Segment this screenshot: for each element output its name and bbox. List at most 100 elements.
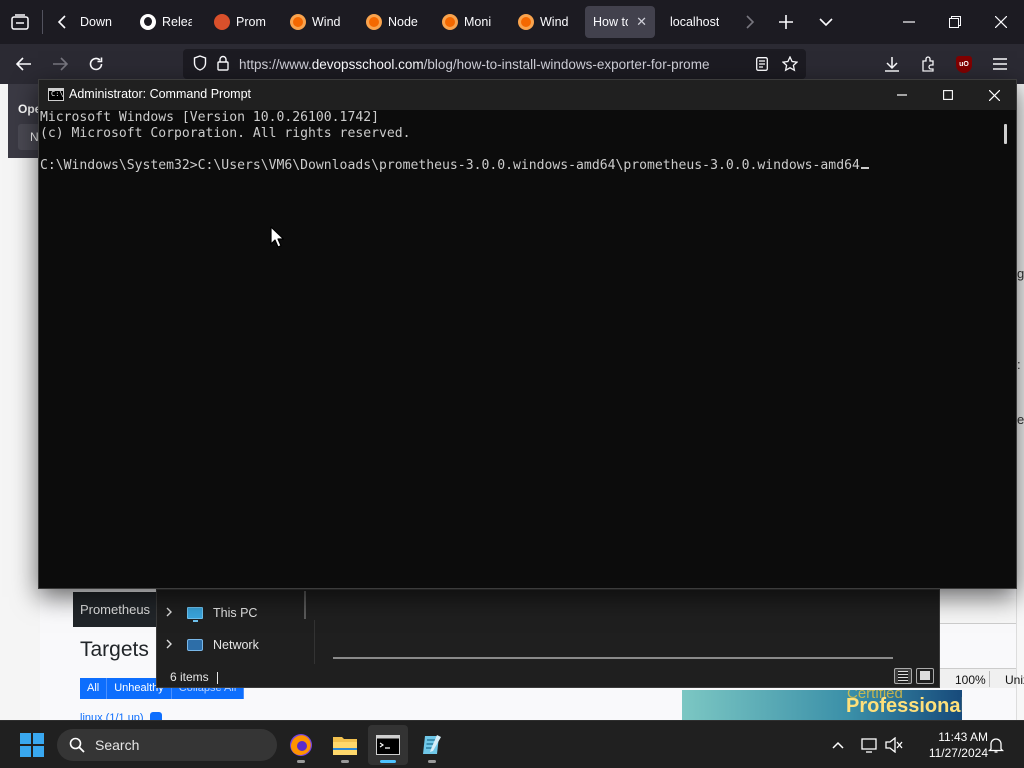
cmd-maximize-icon[interactable] [925, 80, 971, 110]
banner-line-2: Professional [846, 695, 962, 717]
hamburger-menu-icon[interactable] [988, 52, 1012, 76]
expand-chevron-icon[interactable] [165, 638, 177, 652]
bookmark-star-icon[interactable] [778, 52, 802, 76]
prometheus-page-title: Targets [80, 638, 149, 661]
forward-arrow-icon[interactable] [48, 52, 72, 76]
console-app-icon: C:\ [48, 88, 64, 101]
notifications-bell-icon[interactable] [986, 735, 1006, 755]
search-label: Search [95, 737, 140, 753]
certification-banner[interactable]: Certified Professional [682, 690, 962, 720]
tab-grafana-node[interactable]: Node [358, 6, 426, 38]
filter-all-button[interactable]: All [80, 678, 108, 699]
taskbar-file-explorer[interactable] [325, 725, 365, 765]
tab-label: localhost [670, 15, 720, 29]
running-indicator [297, 760, 305, 763]
tab-grafana-windows-2[interactable]: Wind [510, 6, 578, 38]
taskbar-notepad[interactable] [412, 725, 452, 765]
browser-tab-bar: Down Relea Prom Wind Node Moni Wind How … [0, 0, 1024, 44]
cmd-title-bar[interactable]: C:\ Administrator: Command Prompt [39, 80, 1016, 110]
scroll-tabs-right-icon[interactable] [738, 10, 762, 34]
zoom-level[interactable]: 100% [955, 673, 986, 687]
command-prompt-window[interactable]: C:\ Administrator: Command Prompt Micros… [38, 79, 1017, 589]
line-ending-label[interactable]: Unix [1005, 673, 1024, 687]
tab-grafana-monitor[interactable]: Moni [434, 6, 502, 38]
console-line: (c) Microsoft Corporation. All rights re… [40, 126, 411, 141]
tab-grafana-windows[interactable]: Wind [282, 6, 350, 38]
terminal-icon [376, 735, 400, 755]
padlock-icon[interactable] [217, 55, 229, 74]
nav-item-network[interactable]: Network [165, 633, 259, 657]
network-icon [187, 639, 203, 651]
notepad-icon [423, 735, 441, 754]
nav-item-this-pc[interactable]: This PC [165, 601, 257, 625]
prometheus-nav-brand[interactable]: Prometheus [73, 592, 157, 627]
firefox-icon [290, 734, 312, 756]
nav-pane-border [314, 620, 315, 664]
minimize-window-icon[interactable] [886, 0, 932, 44]
restore-window-icon[interactable] [932, 0, 978, 44]
reload-icon[interactable] [84, 52, 108, 76]
page-section-strip [940, 598, 1016, 624]
console-output[interactable]: Microsoft Windows [Version 10.0.26100.17… [39, 110, 1001, 588]
running-indicator [341, 760, 349, 763]
tab-prometheus[interactable]: Prom [206, 6, 276, 38]
extensions-icon[interactable] [916, 52, 940, 76]
taskbar-search-box[interactable]: Search [57, 729, 277, 761]
ublock-origin-icon[interactable]: uO [952, 52, 976, 76]
grafana-icon [442, 14, 458, 30]
list-all-tabs-icon[interactable] [814, 10, 838, 34]
tab-overview-icon[interactable] [8, 10, 32, 34]
tab-releases[interactable]: Relea [132, 6, 200, 38]
editor-status-bar: 100% Unix [940, 668, 1024, 688]
tab-label: Node [388, 15, 418, 29]
right-fragment-text: g [1017, 266, 1024, 281]
back-arrow-icon[interactable] [12, 52, 36, 76]
tab-label: Moni [464, 15, 492, 29]
horizontal-scrollbar[interactable] [333, 657, 893, 659]
url-bar[interactable]: https://www.devopsschool.com/blog/how-to… [183, 49, 806, 79]
large-icons-view-icon[interactable] [916, 668, 934, 684]
taskbar-firefox[interactable] [281, 725, 321, 765]
url-domain: devopsschool.com [311, 56, 424, 72]
running-indicator [428, 760, 436, 763]
tracking-protection-shield-icon[interactable] [193, 54, 207, 74]
url-prefix: https://www. [239, 56, 312, 72]
clock-date: 11/27/2024 [928, 746, 988, 760]
right-fragment-text: e [1017, 412, 1024, 427]
console-scrollbar-thumb[interactable] [1004, 124, 1007, 144]
console-prompt-line[interactable]: C:\Windows\System32>C:\Users\VM6\Downloa… [40, 158, 1001, 174]
console-line: Microsoft Windows [Version 10.0.26100.17… [40, 110, 379, 125]
downloads-icon[interactable] [880, 52, 904, 76]
close-tab-icon[interactable]: ✕ [636, 14, 647, 30]
pane-splitter[interactable] [304, 591, 306, 619]
mouse-pointer-icon [270, 226, 285, 248]
tab-localhost[interactable]: localhost [662, 6, 728, 38]
expand-chevron-icon[interactable] [165, 606, 177, 620]
network-status-icon[interactable] [860, 735, 880, 755]
taskbar-clock[interactable]: 11:43 AM 11/27/2024 [894, 729, 988, 761]
grafana-icon [290, 14, 306, 30]
prometheus-icon [214, 14, 230, 30]
tab-downloads[interactable]: Down [72, 6, 138, 38]
details-view-icon[interactable] [894, 668, 912, 684]
tab-how-to-active[interactable]: How to ✕ [585, 6, 655, 38]
new-tab-icon[interactable] [774, 10, 798, 34]
nav-item-label: This PC [213, 606, 258, 620]
ublock-badge: uO [956, 55, 972, 73]
cmd-close-icon[interactable] [971, 80, 1017, 110]
start-button-windows-icon[interactable] [20, 733, 44, 757]
show-hidden-icons-chevron-icon[interactable] [828, 735, 848, 755]
close-window-icon[interactable] [978, 0, 1024, 44]
scroll-tabs-left-icon[interactable] [50, 10, 74, 34]
taskbar-command-prompt[interactable] [368, 725, 408, 765]
page-right-edge: g : e [1016, 84, 1024, 720]
clock-time: 11:43 AM [938, 730, 988, 744]
this-pc-icon [187, 607, 203, 622]
nav-item-label: Network [213, 638, 259, 652]
reader-view-icon[interactable] [750, 52, 774, 76]
page-left-edge: Ope N [0, 84, 44, 720]
console-command: C:\Windows\System32>C:\Users\VM6\Downloa… [40, 158, 860, 173]
cmd-minimize-icon[interactable] [879, 80, 925, 110]
github-icon [140, 14, 156, 30]
grafana-icon [518, 14, 534, 30]
